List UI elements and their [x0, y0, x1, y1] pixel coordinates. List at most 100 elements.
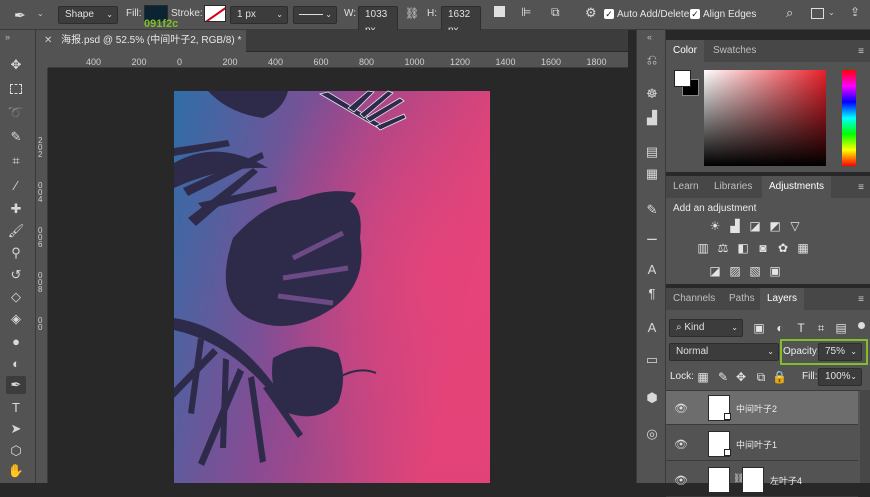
brush-settings-icon[interactable]: ✎ — [642, 202, 662, 218]
filter-type-icon[interactable]: T — [794, 321, 808, 335]
tab-channels[interactable]: Channels — [666, 288, 722, 310]
search-icon[interactable]: ⌕ — [786, 5, 793, 21]
auto-add-delete-checkbox[interactable]: ✓ — [604, 9, 614, 19]
type-tool-icon[interactable]: T — [6, 398, 26, 416]
stroke-width-select[interactable]: 1 px ⌄ — [230, 6, 288, 24]
stroke-type-select[interactable]: ⌄ — [293, 6, 337, 24]
horizontal-ruler[interactable]: 400 200 0 200 400 600 800 1000 1200 1400 1600 1800 — [48, 52, 628, 68]
healing-brush-tool-icon[interactable]: ✚ — [6, 200, 26, 218]
lock-artboard-icon[interactable]: ⧉ — [754, 370, 768, 384]
levels-icon[interactable]: ▟ — [728, 219, 742, 233]
tab-color[interactable]: Color — [666, 40, 704, 62]
filter-shape-icon[interactable]: ⌗ — [814, 321, 828, 335]
filter-smart-object-icon[interactable]: ▤ — [834, 321, 848, 335]
align-edges-checkbox[interactable]: ✓ — [690, 9, 700, 19]
exposure-icon[interactable]: ◩ — [768, 219, 782, 233]
path-selection-tool-icon[interactable]: ➤ — [6, 420, 26, 438]
brush-tool-icon[interactable]: 🖌 — [6, 222, 26, 240]
visibility-eye-icon[interactable]: 👁 — [674, 438, 688, 451]
path-operations-icon[interactable] — [494, 6, 505, 17]
path-arrangement-icon[interactable]: ⧉ — [551, 5, 560, 20]
blend-mode-select[interactable]: Normal ⌄ — [669, 343, 779, 361]
layer-filter-select[interactable]: ⌕ Kind ⌄ — [669, 319, 743, 337]
canvas-area[interactable] — [48, 68, 628, 483]
clone-stamp-tool-icon[interactable]: ⚲ — [6, 244, 26, 262]
invert-icon[interactable]: ◪ — [708, 264, 722, 278]
navigator-icon[interactable]: ☸ — [642, 86, 662, 102]
foreground-color-swatch[interactable] — [674, 70, 691, 87]
layer-row[interactable]: 👁 ⛓ 左叶子4 — [666, 463, 858, 497]
hue-slider[interactable] — [842, 70, 856, 166]
workspace-icon[interactable] — [811, 8, 824, 19]
collapse-icon[interactable]: » — [5, 32, 10, 42]
3d-icon[interactable]: ⬢ — [642, 390, 662, 406]
panel-menu-icon[interactable]: ≡ — [858, 182, 864, 193]
vertical-ruler[interactable]: 20200400600800 — [36, 68, 48, 483]
history-icon[interactable]: ⎌ — [642, 52, 662, 68]
tab-paths[interactable]: Paths — [722, 288, 762, 310]
chevron-down-icon[interactable]: ⌄ — [37, 9, 44, 18]
collapse-icon[interactable]: « — [647, 32, 652, 42]
info-icon[interactable]: ▤ — [642, 144, 662, 160]
lock-all-icon[interactable]: 🔒 — [772, 370, 787, 384]
tab-learn[interactable]: Learn — [666, 176, 706, 198]
photo-filter-icon[interactable]: ◙ — [756, 241, 770, 255]
timeline-icon[interactable]: ◎ — [642, 426, 662, 442]
filter-toggle[interactable] — [858, 322, 865, 329]
lock-transparent-icon[interactable]: ▦ — [696, 370, 710, 384]
layer-row[interactable]: 👁 中间叶子2 — [666, 391, 858, 425]
black-white-icon[interactable]: ◧ — [736, 241, 750, 255]
eraser-tool-icon[interactable]: ◇ — [6, 288, 26, 306]
filter-pixel-icon[interactable]: ▣ — [752, 321, 766, 335]
gradient-map-icon[interactable] — [788, 264, 802, 278]
hue-saturation-icon[interactable]: ▥ — [696, 241, 710, 255]
layer-row[interactable]: 👁 中间叶子1 — [666, 427, 858, 461]
close-icon[interactable]: ✕ — [44, 35, 52, 46]
document-tab[interactable]: ✕ 海报.psd @ 52.5% (中间叶子2, RGB/8) * — [36, 30, 246, 52]
color-balance-icon[interactable]: ⚖ — [716, 241, 730, 255]
tab-libraries[interactable]: Libraries — [707, 176, 759, 198]
poster-canvas[interactable] — [48, 68, 628, 483]
visibility-eye-icon[interactable]: 👁 — [674, 474, 688, 487]
brightness-contrast-icon[interactable]: ☀ — [708, 219, 722, 233]
history-brush-tool-icon[interactable]: ↺ — [6, 266, 26, 284]
paint-bucket-tool-icon[interactable]: ◈ — [6, 310, 26, 328]
tab-swatches[interactable]: Swatches — [706, 40, 763, 62]
gear-icon[interactable]: ⚙ — [585, 5, 597, 21]
character-icon[interactable]: A — [642, 262, 662, 277]
lock-image-icon[interactable]: ✎ — [716, 370, 730, 384]
link-icon[interactable]: ⛓ — [405, 7, 419, 20]
tab-layers[interactable]: Layers — [760, 288, 805, 310]
pen-tool-icon[interactable]: ✒ — [14, 7, 26, 24]
blur-tool-icon[interactable]: ● — [6, 332, 26, 350]
vibrance-icon[interactable]: ▽ — [788, 219, 802, 233]
chevron-down-icon[interactable]: ⌄ — [828, 8, 835, 17]
histogram-icon[interactable]: ▟ — [642, 110, 662, 126]
share-icon[interactable]: ⇪ — [850, 5, 860, 19]
crop-tool-icon[interactable]: ⌗ — [6, 152, 26, 170]
lock-position-icon[interactable]: ✥ — [734, 370, 748, 384]
eyedropper-tool-icon[interactable]: ⁄ — [6, 176, 26, 194]
dodge-tool-icon[interactable]: ◐ — [6, 354, 26, 372]
selective-color-icon[interactable]: ▣ — [768, 264, 782, 278]
path-alignment-icon[interactable]: ⊫ — [521, 5, 531, 19]
color-lookup-icon[interactable]: ▦ — [796, 241, 810, 255]
lasso-tool-icon[interactable]: ➰ — [6, 104, 26, 122]
posterize-icon[interactable]: ▨ — [728, 264, 742, 278]
visibility-eye-icon[interactable]: 👁 — [674, 402, 688, 415]
stroke-swatch[interactable] — [204, 5, 226, 22]
threshold-icon[interactable]: ▧ — [748, 264, 762, 278]
marquee-tool-icon[interactable] — [6, 80, 26, 98]
paragraph-icon[interactable]: ¶ — [642, 286, 662, 301]
shape-tool-icon[interactable]: ⬡ — [6, 442, 26, 460]
brushes-icon[interactable]: ⚊ — [642, 228, 662, 244]
layers-scrollbar[interactable] — [860, 390, 870, 483]
tool-mode-select[interactable]: Shape ⌄ — [58, 6, 118, 24]
pen-tool-icon[interactable]: ✒ — [6, 376, 26, 394]
layer-comps-icon[interactable]: ▭ — [642, 352, 662, 368]
properties-icon[interactable]: ▦ — [642, 166, 662, 182]
tab-adjustments[interactable]: Adjustments — [762, 176, 832, 198]
fill-input[interactable]: 100% ⌄ — [818, 368, 862, 386]
move-tool-icon[interactable]: ✥ — [6, 56, 26, 74]
hand-tool-icon[interactable]: ✋ — [6, 462, 26, 480]
